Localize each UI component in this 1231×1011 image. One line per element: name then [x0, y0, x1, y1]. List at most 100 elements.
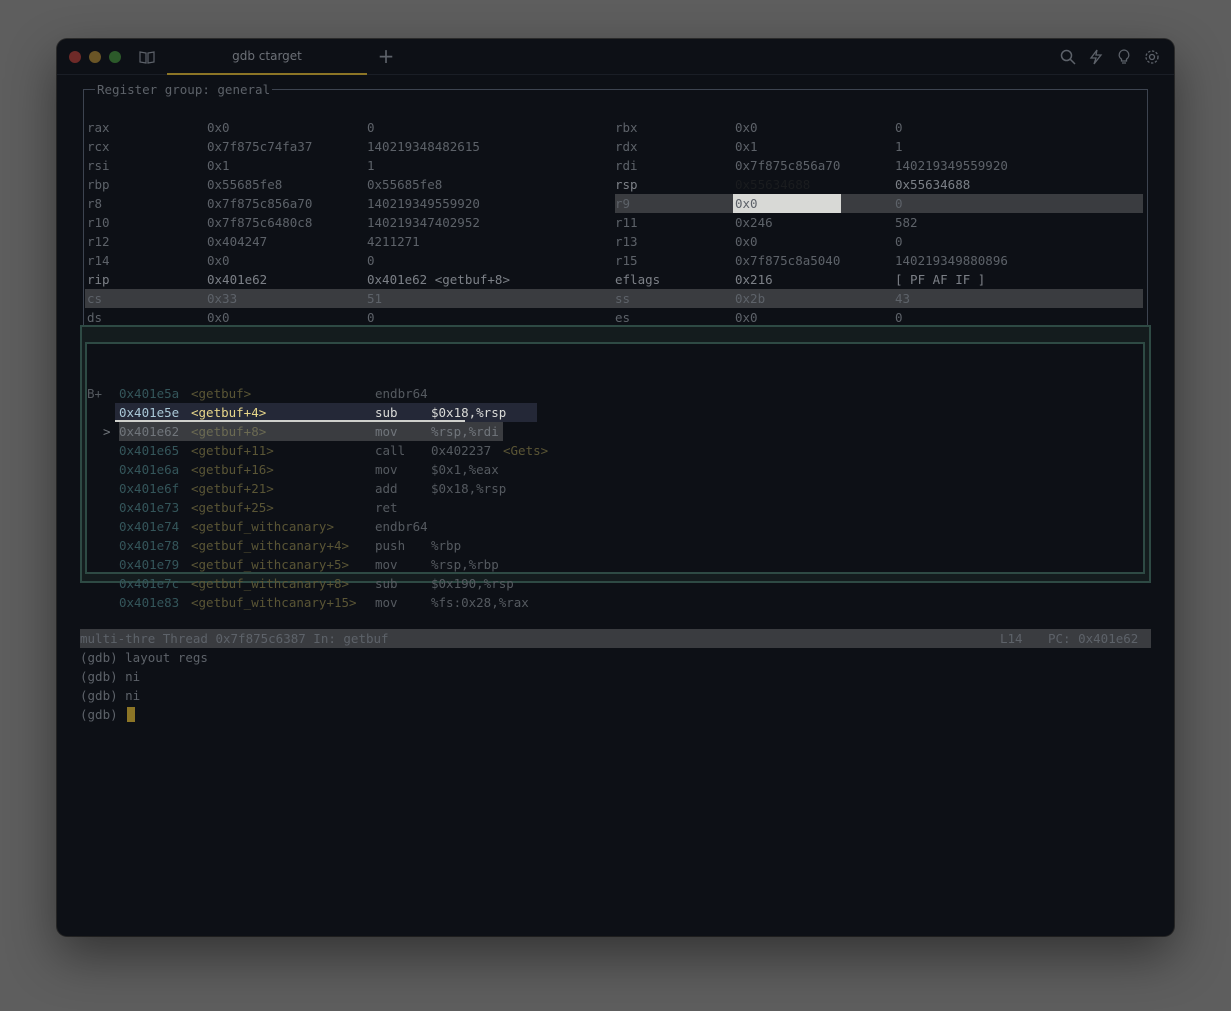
asm-sym: <getbuf_withcanary+8>	[191, 576, 350, 591]
register-val: 140219347402952	[367, 215, 480, 230]
asm-args: 0x402237	[431, 443, 492, 458]
asm-sym: <getbuf_withcanary>	[191, 519, 334, 534]
console-prompt[interactable]: (gdb)	[80, 705, 125, 724]
asm-args: $0x1,%eax	[431, 462, 499, 477]
status-line: L14	[1000, 631, 1023, 646]
register-hex: 0x7f875c74fa37	[207, 139, 313, 154]
search-icon[interactable]	[1058, 47, 1078, 67]
asm-marker: B+	[87, 386, 103, 401]
register-hex: 0x401e62	[207, 272, 268, 287]
register-name: r15	[615, 253, 638, 268]
register-highlight-row	[615, 194, 1143, 213]
asm-args: $0x190,%rsp	[431, 576, 514, 591]
asm-op: mov	[375, 424, 398, 439]
register-val: 4211271	[367, 234, 420, 249]
terminal-window: gdb ctarget + Register group: general ra…	[57, 39, 1174, 936]
gear-icon[interactable]	[1142, 47, 1162, 67]
asm-args: %rsp,%rbp	[431, 557, 499, 572]
asm-args: %rbp	[431, 538, 462, 553]
asm-note: <Gets>	[503, 443, 549, 458]
asm-args: $0x18,%rsp	[431, 405, 507, 420]
console-line: (gdb) ni	[80, 688, 141, 703]
register-val: 0	[895, 196, 903, 211]
asm-addr: 0x401e5a	[119, 386, 180, 401]
register-name: rsp	[615, 177, 638, 192]
asm-sym: <getbuf_withcanary+15>	[191, 595, 357, 610]
book-icon[interactable]	[137, 47, 157, 67]
asm-op: sub	[375, 576, 398, 591]
asm-args: %fs:0x28,%rax	[431, 595, 529, 610]
register-hex: 0x33	[207, 291, 238, 306]
register-hex: 0x0	[735, 196, 758, 211]
register-name: r8	[87, 196, 103, 211]
register-val: 140219348482615	[367, 139, 480, 154]
tab-gdb-ctarget[interactable]: gdb ctarget	[167, 39, 367, 75]
register-name: r13	[615, 234, 638, 249]
asm-addr: 0x401e7c	[119, 576, 180, 591]
status-thread: multi-thre Thread 0x7f875c6387 In: getbu…	[80, 631, 389, 646]
register-val: 1	[895, 139, 903, 154]
register-name: r12	[87, 234, 110, 249]
asm-op: call	[375, 443, 406, 458]
register-name: cs	[87, 291, 103, 306]
register-name: r9	[615, 196, 631, 211]
asm-op: endbr64	[375, 519, 428, 534]
register-hex: 0x1	[735, 139, 758, 154]
register-val: 0	[367, 120, 375, 135]
register-val: 0x55634688	[895, 177, 971, 192]
asm-sym: <getbuf+16>	[191, 462, 274, 477]
console-line: (gdb) ni	[80, 669, 141, 684]
register-name: rbx	[615, 120, 638, 135]
asm-op: ret	[375, 500, 398, 515]
register-hex: 0x216	[735, 272, 773, 287]
title-bar: gdb ctarget +	[57, 39, 1174, 75]
register-hex: 0x7f875c856a70	[735, 158, 841, 173]
register-name: rdx	[615, 139, 638, 154]
register-name: r11	[615, 215, 638, 230]
register-hex: 0x246	[735, 215, 773, 230]
asm-sym: <getbuf_withcanary+4>	[191, 538, 350, 553]
register-hex: 0x2b	[735, 291, 766, 306]
new-tab-button[interactable]: +	[375, 45, 397, 67]
asm-sym: <getbuf+11>	[191, 443, 274, 458]
terminal-content[interactable]: Register group: general rax 0x0 0 rbx 0x0 0 rc…	[57, 75, 1174, 936]
register-hex: 0x0	[735, 120, 758, 135]
register-name: rip	[87, 272, 110, 287]
asm-addr: 0x401e74	[119, 519, 180, 534]
asm-sym: <getbuf+4>	[191, 405, 267, 420]
asm-addr: 0x401e6a	[119, 462, 180, 477]
register-val: 0	[895, 120, 903, 135]
register-val: 0	[895, 234, 903, 249]
close-window-button[interactable]	[69, 51, 81, 63]
register-val: 0x401e62 <getbuf+8>	[367, 272, 510, 287]
register-hex: 0x0	[207, 120, 230, 135]
register-val: 43	[895, 291, 911, 306]
register-hex: 0x404247	[207, 234, 268, 249]
lightning-icon[interactable]	[1086, 47, 1106, 67]
asm-op: mov	[375, 557, 398, 572]
console-line: (gdb) layout regs	[80, 650, 208, 665]
minimize-window-button[interactable]	[89, 51, 101, 63]
asm-op: sub	[375, 405, 398, 420]
asm-addr: 0x401e5e	[119, 405, 180, 420]
register-val: 140219349880896	[895, 253, 1008, 268]
lightbulb-icon[interactable]	[1114, 47, 1134, 67]
asm-op: endbr64	[375, 386, 428, 401]
register-name: rcx	[87, 139, 110, 154]
asm-addr: 0x401e62	[119, 424, 180, 439]
register-name: eflags	[615, 272, 661, 287]
text-cursor	[127, 707, 135, 722]
register-panel-title: Register group: general	[95, 80, 273, 99]
register-hex: 0x7f875c6480c8	[207, 215, 313, 230]
maximize-window-button[interactable]	[109, 51, 121, 63]
register-hex: 0x7f875c856a70	[207, 196, 313, 211]
asm-op: push	[375, 538, 406, 553]
status-pc: PC: 0x401e62	[1048, 631, 1139, 646]
asm-addr: 0x401e83	[119, 595, 180, 610]
register-name: rax	[87, 120, 110, 135]
asm-op: mov	[375, 462, 398, 477]
register-hex: 0x0	[735, 234, 758, 249]
asm-sym: <getbuf+25>	[191, 500, 274, 515]
asm-op: add	[375, 481, 398, 496]
asm-args: %rsp,%rdi	[431, 424, 499, 439]
